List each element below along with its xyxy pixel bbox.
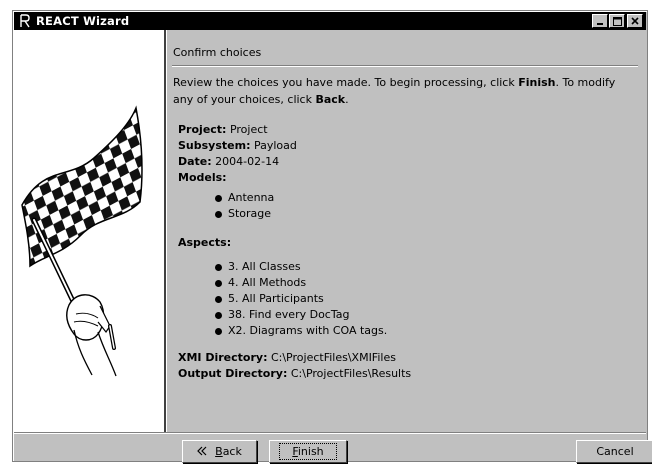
bullet-icon bbox=[215, 311, 222, 319]
xmi-directory-label: XMI Directory: bbox=[178, 351, 268, 364]
output-directory-value: C:\ProjectFiles\Results bbox=[290, 367, 412, 380]
summary-block: Project: Project Subsystem: Payload Date… bbox=[178, 122, 297, 186]
date-row: Date: 2004-02-14 bbox=[178, 154, 297, 170]
maximize-button[interactable] bbox=[609, 14, 625, 28]
window-controls bbox=[591, 14, 643, 28]
list-item: 5. All Participants bbox=[215, 291, 387, 307]
aspects-list: 3. All Classes 4. All Methods 5. All Par… bbox=[215, 259, 387, 339]
double-chevron-left-icon bbox=[197, 445, 207, 459]
intro-text: Review the choices you have made. To beg… bbox=[173, 74, 633, 108]
output-directory-row: Output Directory: C:\ProjectFiles\Result… bbox=[178, 366, 411, 382]
intro-part: Review the choices you have made. To beg… bbox=[173, 76, 519, 89]
list-item: 3. All Classes bbox=[215, 259, 387, 275]
subsystem-value: Payload bbox=[253, 139, 297, 152]
project-label: Project: bbox=[178, 123, 227, 136]
footer-divider bbox=[14, 432, 646, 434]
close-button[interactable] bbox=[627, 14, 643, 28]
checkered-flag-icon bbox=[21, 105, 143, 377]
bullet-icon bbox=[215, 263, 222, 271]
intro-back-word: Back bbox=[315, 93, 346, 106]
bullet-icon bbox=[215, 327, 222, 335]
output-directory-label: Output Directory: bbox=[178, 367, 288, 380]
models-label: Models: bbox=[178, 171, 227, 184]
list-item: Storage bbox=[215, 206, 274, 222]
date-label: Date: bbox=[178, 155, 212, 168]
maximize-icon bbox=[612, 16, 622, 26]
minimize-button[interactable] bbox=[592, 14, 608, 28]
models-list: Antenna Storage bbox=[215, 190, 274, 222]
subsystem-row: Subsystem: Payload bbox=[178, 138, 297, 154]
wizard-illustration-panel bbox=[14, 30, 164, 432]
aspect-name: X2. Diagrams with COA tags. bbox=[228, 324, 388, 337]
bullet-icon bbox=[215, 194, 222, 202]
model-name: Antenna bbox=[228, 191, 275, 204]
intro-part: . bbox=[345, 93, 349, 106]
list-item: 4. All Methods bbox=[215, 275, 387, 291]
xmi-directory-row: XMI Directory: C:\ProjectFiles\XMIFiles bbox=[178, 350, 411, 366]
minimize-icon bbox=[597, 23, 603, 25]
page-heading: Confirm choices bbox=[173, 46, 262, 59]
subsystem-label: Subsystem: bbox=[178, 139, 251, 152]
window-title: REACT Wizard bbox=[36, 14, 130, 28]
aspect-name: 38. Find every DocTag bbox=[228, 308, 350, 321]
aspect-name: 5. All Participants bbox=[228, 292, 324, 305]
directories-block: XMI Directory: C:\ProjectFiles\XMIFiles … bbox=[178, 350, 411, 382]
close-icon bbox=[631, 17, 639, 25]
finish-button-focus: Finish bbox=[279, 443, 337, 460]
finish-button[interactable]: Finish bbox=[269, 440, 347, 463]
date-value: 2004-02-14 bbox=[215, 155, 280, 168]
aspect-name: 4. All Methods bbox=[228, 276, 307, 289]
aspects-label: Aspects: bbox=[178, 236, 232, 249]
intro-finish-word: Finish bbox=[518, 76, 556, 89]
xmi-directory-value: C:\ProjectFiles\XMIFiles bbox=[270, 351, 396, 364]
confirm-page: Confirm choices Review the choices you h… bbox=[167, 30, 646, 432]
back-button-label: ack bbox=[222, 445, 242, 458]
list-item: 38. Find every DocTag bbox=[215, 307, 387, 323]
bullet-icon bbox=[215, 279, 222, 287]
project-row: Project: Project bbox=[178, 122, 297, 138]
finish-button-label: inish bbox=[297, 445, 324, 458]
wizard-window: REACT Wizard Confirm choices Review the … bbox=[12, 10, 652, 463]
title-bar[interactable]: REACT Wizard bbox=[14, 12, 646, 30]
cancel-button[interactable]: Cancel bbox=[576, 440, 652, 463]
project-value: Project bbox=[229, 123, 268, 136]
bullet-icon bbox=[215, 295, 222, 303]
model-name: Storage bbox=[228, 207, 272, 220]
list-item: X2. Diagrams with COA tags. bbox=[215, 323, 387, 339]
aspect-name: 3. All Classes bbox=[228, 260, 301, 273]
back-button[interactable]: Back bbox=[182, 440, 257, 463]
list-item: Antenna bbox=[215, 190, 274, 206]
heading-divider bbox=[172, 65, 638, 67]
bullet-icon bbox=[215, 210, 222, 218]
back-button-mnemonic: B bbox=[215, 445, 223, 458]
app-icon bbox=[18, 14, 32, 28]
